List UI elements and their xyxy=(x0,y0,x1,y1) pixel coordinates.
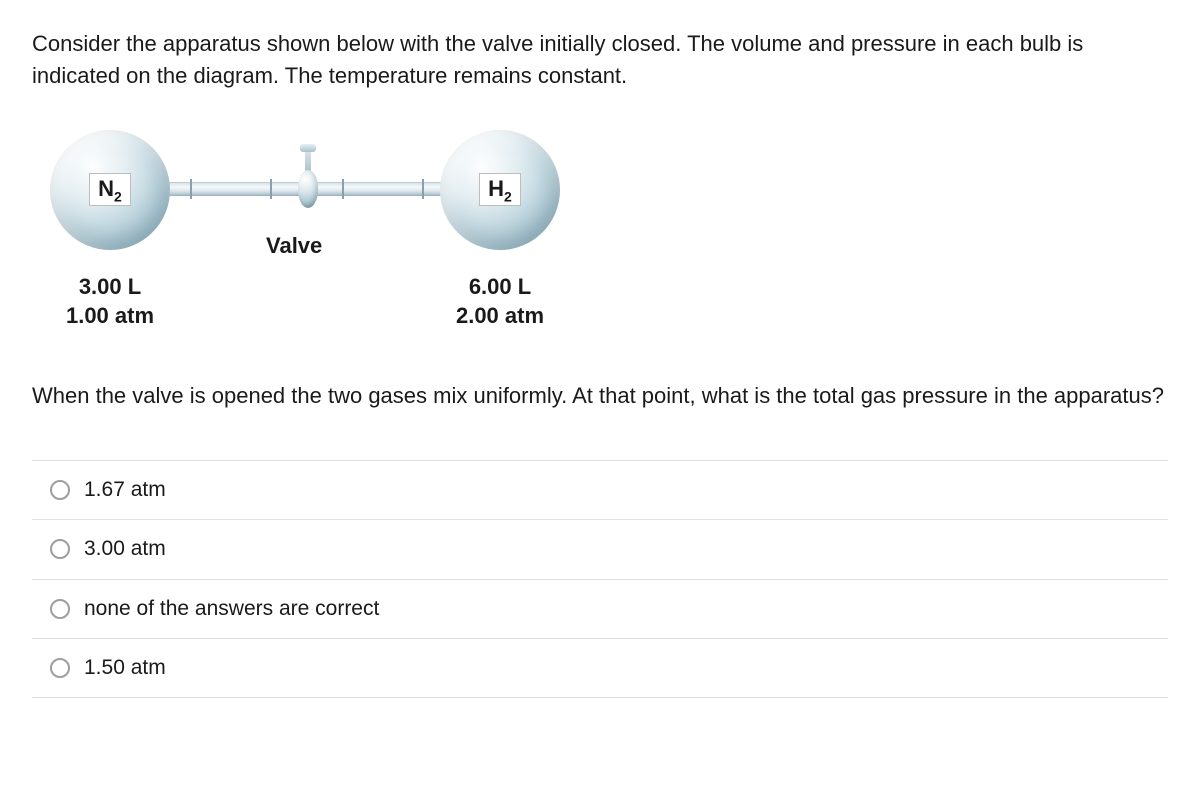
left-pressure: 1.00 atm xyxy=(40,301,180,331)
tube-tick xyxy=(342,179,344,199)
question-followup: When the valve is opened the two gases m… xyxy=(32,380,1168,412)
option-label: none of the answers are correct xyxy=(84,594,379,624)
left-bulb-values: 3.00 L 1.00 atm xyxy=(40,272,180,331)
left-volume: 3.00 L xyxy=(40,272,180,302)
answer-options: 1.67 atm 3.00 atm none of the answers ar… xyxy=(32,460,1168,699)
option-label: 1.67 atm xyxy=(84,475,166,505)
radio-icon[interactable] xyxy=(50,599,70,619)
apparatus-diagram: N2 H2 Valve 3.00 L 1.00 atm 6.00 L 2.00 … xyxy=(32,122,612,362)
radio-icon[interactable] xyxy=(50,539,70,559)
gas-sub: 2 xyxy=(114,189,122,205)
right-volume: 6.00 L xyxy=(430,272,570,302)
tube-tick xyxy=(422,179,424,199)
option-label: 1.50 atm xyxy=(84,653,166,683)
right-bulb-gas-label: H2 xyxy=(479,173,521,206)
valve-label: Valve xyxy=(266,230,322,262)
right-pressure: 2.00 atm xyxy=(430,301,570,331)
option-row[interactable]: 1.50 atm xyxy=(32,639,1168,698)
radio-icon[interactable] xyxy=(50,480,70,500)
question-intro: Consider the apparatus shown below with … xyxy=(32,28,1168,92)
valve-cap xyxy=(300,144,316,152)
radio-icon[interactable] xyxy=(50,658,70,678)
gas-sub: 2 xyxy=(504,189,512,205)
gas-base: N xyxy=(98,176,114,201)
tube-tick xyxy=(190,179,192,199)
left-bulb-gas-label: N2 xyxy=(89,173,131,206)
gas-base: H xyxy=(488,176,504,201)
option-row[interactable]: 3.00 atm xyxy=(32,520,1168,579)
option-row[interactable]: none of the answers are correct xyxy=(32,580,1168,639)
tube-tick xyxy=(270,179,272,199)
option-row[interactable]: 1.67 atm xyxy=(32,461,1168,520)
option-label: 3.00 atm xyxy=(84,534,166,564)
right-bulb: H2 xyxy=(440,130,560,250)
left-bulb: N2 xyxy=(50,130,170,250)
valve-bulb xyxy=(298,170,318,208)
right-bulb-values: 6.00 L 2.00 atm xyxy=(430,272,570,331)
